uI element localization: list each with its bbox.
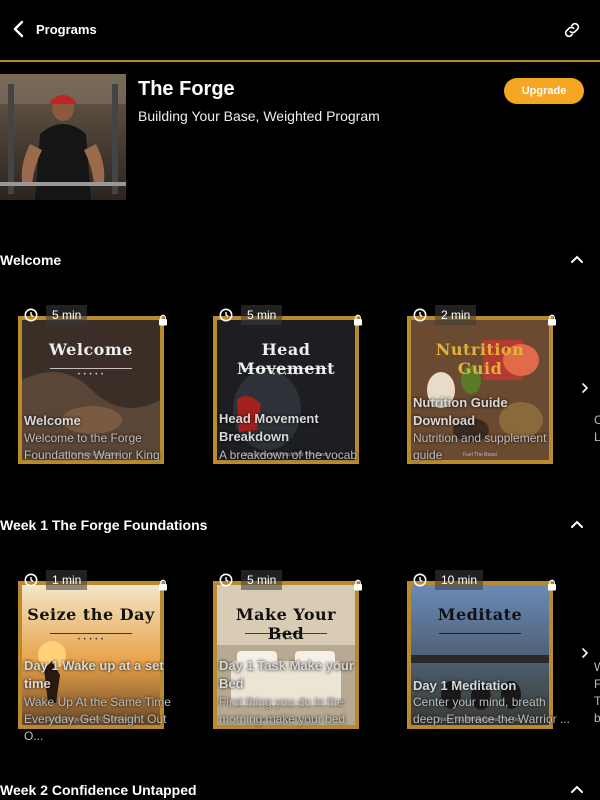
top-bar: Programs [0, 0, 600, 62]
lesson-card[interactable]: Make Your Bed • • • • • The First Task O… [207, 570, 387, 753]
card-description: A breakdown of the vocab [219, 448, 358, 462]
section-title: Week 1 The Forge Foundations [0, 517, 208, 533]
lock-icon [548, 314, 556, 326]
divider-dots: • • • • • [77, 372, 105, 378]
divider [50, 368, 132, 369]
next-card-peek: W F T b [594, 660, 600, 725]
divider-dots: • • • • • [272, 637, 300, 643]
card-description: Center your mind, breath deep. Embrace t… [413, 695, 570, 726]
chevron-up-icon[interactable] [570, 519, 584, 529]
lesson-card[interactable]: Meditate Notice Yourself Mindspread Your… [401, 570, 581, 753]
next-card-peek: C L [594, 413, 600, 444]
chevron-up-icon[interactable] [570, 784, 584, 794]
divider [50, 633, 132, 634]
card-title: Day 1 Meditation [413, 678, 517, 693]
divider-dots: • • • • • [77, 637, 105, 643]
divider [439, 633, 521, 634]
section-title: Welcome [0, 252, 62, 268]
card-description: Wake Up At the Same Time Everyday. Get S… [24, 695, 171, 743]
lock-icon [354, 314, 362, 326]
duration-badge: 1 min [12, 569, 88, 591]
link-icon[interactable] [562, 20, 582, 40]
duration-badge: 5 min [207, 304, 283, 326]
duration-text: 10 min [435, 570, 484, 590]
lesson-card[interactable]: Welcome • • • • • To The Forge Foundatio… [12, 305, 192, 488]
duration-text: 2 min [435, 305, 477, 325]
card-title: Head Movement Breakdown [219, 411, 319, 444]
divider [245, 633, 327, 634]
card-row-welcome: Welcome • • • • • To The Forge Foundatio… [0, 305, 600, 498]
thumbnail-word: Meditate [437, 605, 523, 624]
back-label: Programs [36, 21, 97, 37]
duration-text: 5 min [241, 570, 283, 590]
clock-icon [24, 308, 38, 322]
lesson-card[interactable]: Head Movement • • • • • How To Avoid A P… [207, 305, 387, 488]
lock-icon [159, 314, 167, 326]
duration-badge: 5 min [207, 569, 283, 591]
clock-icon [219, 573, 233, 587]
program-title: The Forge [138, 78, 235, 100]
clock-icon [24, 573, 38, 587]
section-header-week-1[interactable]: Week 1 The Forge Foundations [0, 511, 600, 539]
program-header: The Forge Building Your Base, Weighted P… [0, 74, 600, 204]
duration-badge: 5 min [12, 304, 88, 326]
section-header-week-2[interactable]: Week 2 Confidence Untapped [0, 776, 600, 800]
lesson-card[interactable]: Nutrition Guid Fuel The Beast 2 min Nutr… [401, 305, 581, 488]
back-button[interactable]: Programs [12, 20, 97, 38]
lesson-card[interactable]: Seize the Day • • • • • Commit To Day Ti… [12, 570, 192, 753]
card-description: Nutrition and supplement guide [413, 431, 547, 462]
clock-icon [219, 308, 233, 322]
duration-badge: 10 min [401, 569, 484, 591]
card-title: Day 1 Wake up at a set time [24, 658, 164, 691]
section-title: Week 2 Confidence Untapped [0, 782, 197, 798]
duration-text: 1 min [46, 570, 88, 590]
divider [245, 368, 327, 369]
chevron-left-icon [13, 20, 24, 38]
lock-icon [548, 579, 556, 591]
section-header-welcome[interactable]: Welcome [0, 246, 600, 274]
duration-text: 5 min [241, 305, 283, 325]
chevron-right-icon[interactable] [580, 647, 590, 659]
clock-icon [413, 573, 427, 587]
clock-icon [413, 308, 427, 322]
upgrade-button[interactable]: Upgrade [504, 78, 584, 104]
lock-icon [159, 579, 167, 591]
divider-dots: • • • • • [272, 372, 300, 378]
chevron-up-icon[interactable] [570, 254, 584, 264]
duration-text: 5 min [46, 305, 88, 325]
program-cover-image [0, 74, 126, 200]
card-title: Welcome [24, 413, 81, 428]
card-description: First thing you do in the morning make y… [219, 695, 349, 726]
card-row-week-1: Seize the Day • • • • • Commit To Day Ti… [0, 570, 600, 763]
lock-icon [354, 579, 362, 591]
thumbnail-word: Welcome [49, 340, 133, 359]
card-title: Nutrition Guide Download [413, 395, 508, 428]
card-title: Day 1 Task Make your Bed [219, 658, 354, 691]
duration-badge: 2 min [401, 304, 477, 326]
thumbnail-word: Nutrition Guid [435, 340, 525, 378]
thumbnail-word: Seize the Day [27, 605, 155, 624]
chevron-right-icon[interactable] [580, 382, 590, 394]
program-subtitle: Building Your Base, Weighted Program [138, 108, 380, 124]
card-description: Welcome to the Forge Foundations Warrior… [24, 431, 160, 462]
